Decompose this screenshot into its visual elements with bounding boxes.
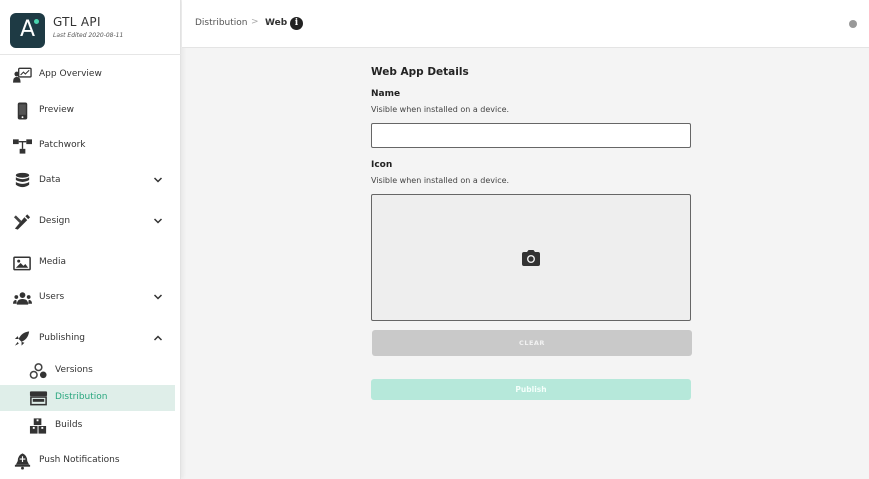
last-edited: Last Edited 2020-08-11	[53, 32, 124, 39]
sidebar-item-design[interactable]: Design	[0, 209, 175, 235]
sidebar-item-label: Publishing	[39, 333, 85, 343]
sidebar-item-label: Push Notifications	[39, 455, 120, 465]
sidebar-item-label: Versions	[55, 365, 93, 375]
app-logo-letter: A	[19, 17, 36, 42]
form-title: Web App Details	[371, 66, 469, 78]
sidebar-item-label: Design	[39, 216, 71, 226]
chevron-up-icon	[153, 335, 163, 341]
sidebar-item-users[interactable]: Users	[0, 285, 175, 311]
sidebar-item-media[interactable]: Media	[0, 250, 175, 276]
chevron-down-icon	[153, 177, 163, 183]
sidebar-item-builds[interactable]: Builds	[0, 413, 175, 439]
builds-icon	[29, 418, 47, 434]
users-icon	[13, 292, 32, 305]
sidebar-item-label: Distribution	[55, 392, 108, 402]
database-icon	[15, 172, 30, 188]
camera-icon	[522, 250, 540, 266]
versions-icon	[29, 363, 47, 379]
sidebar-item-label: Preview	[39, 105, 75, 115]
media-icon	[13, 256, 31, 271]
clear-button[interactable]: CLEAR	[372, 330, 692, 356]
sidebar-item-data[interactable]: Data	[0, 168, 175, 194]
bell-icon	[14, 453, 31, 470]
icon-label: Icon	[371, 160, 393, 170]
phone-icon	[17, 102, 28, 120]
sidebar-item-push-notifications[interactable]: Push Notifications	[0, 448, 175, 474]
sidebar-item-distribution[interactable]: Distribution	[0, 385, 175, 411]
storefront-icon	[29, 391, 48, 406]
chevron-down-icon	[153, 294, 163, 300]
app-logo-dot	[34, 19, 39, 24]
sidebar-item-preview[interactable]: Preview	[0, 98, 175, 124]
app-name: GTL API	[53, 15, 101, 29]
icon-help-text: Visible when installed on a device.	[371, 176, 510, 185]
sidebar-item-app-overview[interactable]: App Overview	[0, 62, 175, 88]
sidebar-item-label: Data	[39, 175, 61, 185]
sidebar: A GTL API Last Edited 2020-08-11 App Ove…	[0, 0, 181, 479]
rocket-icon	[14, 331, 30, 346]
icon-upload-area[interactable]	[371, 194, 691, 321]
sidebar-item-publishing[interactable]: Publishing	[0, 326, 175, 352]
breadcrumb-distribution[interactable]: Distribution	[195, 18, 248, 28]
breadcrumb-separator: >	[251, 17, 259, 27]
app-logo: A	[10, 13, 45, 48]
name-help-text: Visible when installed on a device.	[371, 105, 510, 114]
sidebar-item-patchwork[interactable]: Patchwork	[0, 133, 175, 159]
app-overview-icon	[13, 67, 32, 83]
name-label: Name	[371, 89, 401, 99]
app-header[interactable]: A GTL API Last Edited 2020-08-11	[0, 0, 181, 55]
status-indicator	[849, 20, 857, 28]
sidebar-item-label: App Overview	[39, 69, 102, 79]
design-icon	[13, 214, 31, 230]
sidebar-item-label: Media	[39, 257, 67, 267]
sidebar-item-label: Patchwork	[39, 140, 86, 150]
top-bar: Distribution > Web i	[182, 0, 869, 48]
name-input[interactable]	[371, 123, 691, 148]
sidebar-item-versions[interactable]: Versions	[0, 358, 175, 384]
publish-button[interactable]: Publish	[371, 379, 691, 400]
info-icon[interactable]: i	[290, 17, 303, 30]
sidebar-item-label: Builds	[55, 420, 83, 430]
patchwork-icon	[13, 139, 32, 154]
sidebar-item-label: Users	[39, 292, 65, 302]
chevron-down-icon	[153, 218, 163, 224]
breadcrumb-current: Web	[265, 18, 288, 28]
